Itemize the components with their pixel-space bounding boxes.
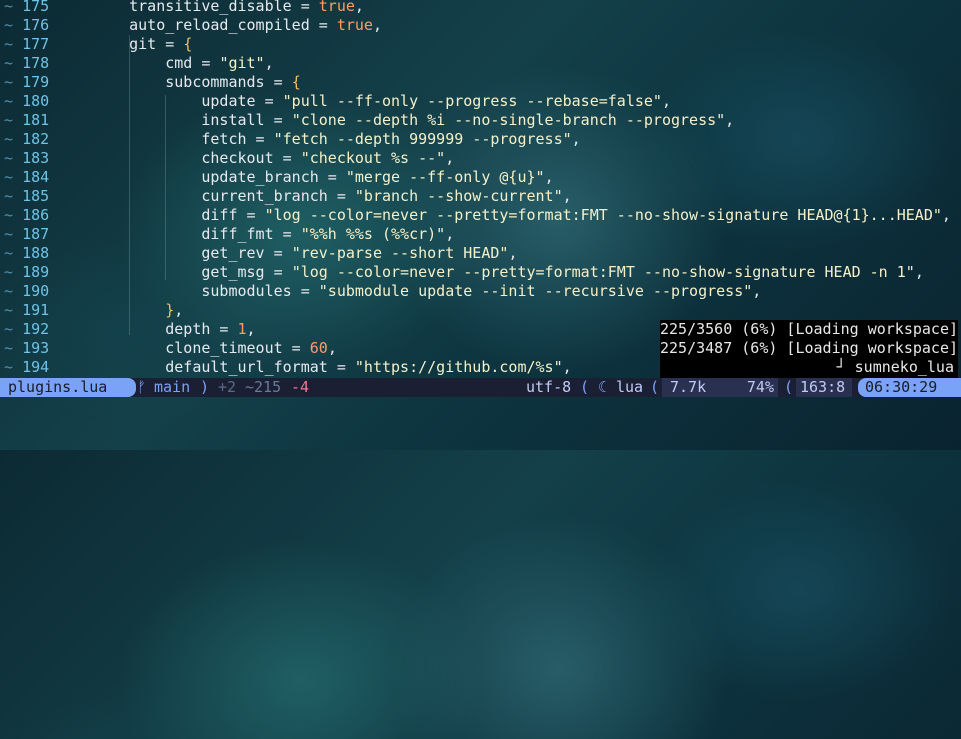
code-text: default_url_format = "https://github.com… <box>93 358 572 376</box>
code-line[interactable]: ~ 177 git = { <box>0 35 961 54</box>
code-line[interactable]: ~ 176 auto_reload_compiled = true, <box>0 16 961 35</box>
cursor-position: 163:8 <box>796 378 852 397</box>
line-number: ~ 186 <box>4 206 50 224</box>
code-line[interactable]: ~ 185 current_branch = "branch --show-cu… <box>0 187 961 206</box>
line-number: ~ 177 <box>4 35 50 53</box>
filename[interactable]: plugins.lua <box>0 378 136 397</box>
code-text: auto_reload_compiled = true, <box>93 16 382 34</box>
clock: 06:30:29 <box>858 378 961 397</box>
code-line[interactable]: ~ 186 diff = "log --color=never --pretty… <box>0 206 961 225</box>
line-number: ~ 185 <box>4 187 50 205</box>
code-text: update = "pull --ff-only --progress --re… <box>93 92 671 110</box>
code-text: }, <box>93 301 184 319</box>
line-number: ~ 183 <box>4 149 50 167</box>
line-number: ~ 180 <box>4 92 50 110</box>
line-number: ~ 190 <box>4 282 50 300</box>
code-text: update_branch = "merge --ff-only @{u}", <box>93 168 554 186</box>
line-number: ~ 192 <box>4 320 50 338</box>
code-line[interactable]: ~ 180 update = "pull --ff-only --progres… <box>0 92 961 111</box>
line-number: ~ 193 <box>4 339 50 357</box>
code-text: get_rev = "rev-parse --short HEAD", <box>93 244 518 262</box>
code-text: get_msg = "log --color=never --pretty=fo… <box>93 263 924 281</box>
lsp-progress-line-1: 225/3560 (6%) [Loading workspace] <box>660 320 959 338</box>
code-text: diff = "log --color=never --pretty=forma… <box>93 206 951 224</box>
diff-added: +2 <box>218 378 237 396</box>
status-line: plugins.lua ᚠ main ) +2 ~215 -4 utf-8 ( … <box>0 378 961 397</box>
lsp-progress-popup: 225/3560 (6%) [Loading workspace] 225/34… <box>660 320 958 378</box>
line-number: ~ 179 <box>4 73 50 91</box>
line-number: ~ 178 <box>4 54 50 72</box>
code-line[interactable]: ~ 179 subcommands = { <box>0 73 961 92</box>
line-number: ~ 191 <box>4 301 50 319</box>
code-text: fetch = "fetch --depth 999999 --progress… <box>93 130 581 148</box>
code-line[interactable]: ~ 184 update_branch = "merge --ff-only @… <box>0 168 961 187</box>
code-line[interactable]: ~ 182 fetch = "fetch --depth 999999 --pr… <box>0 130 961 149</box>
line-number: ~ 194 <box>4 358 50 376</box>
code-line[interactable]: ~ 183 checkout = "checkout %s --", <box>0 149 961 168</box>
code-text: submodules = "submodule update --init --… <box>93 282 762 300</box>
file-encoding: utf-8 <box>526 378 572 396</box>
code-text: cmd = "git", <box>93 54 274 72</box>
code-text: install = "clone --depth %i --no-single-… <box>93 111 735 129</box>
code-line[interactable]: ~ 188 get_rev = "rev-parse --short HEAD"… <box>0 244 961 263</box>
code-line[interactable]: ~ 175 transitive_disable = true, <box>0 0 961 16</box>
filetype: lua <box>616 378 644 396</box>
file-size: 7.7k <box>662 378 722 397</box>
code-text: depth = 1, <box>93 320 256 338</box>
line-number: ~ 175 <box>4 0 50 15</box>
lua-moon-icon: ☾ <box>598 378 608 396</box>
code-text: transitive_disable = true, <box>93 0 364 15</box>
code-text: checkout = "checkout %s --", <box>93 149 455 167</box>
code-line[interactable]: ~ 190 submodules = "submodule update --i… <box>0 282 961 301</box>
line-number: ~ 187 <box>4 225 50 243</box>
line-number: ~ 176 <box>4 16 50 34</box>
code-line[interactable]: ~ 178 cmd = "git", <box>0 54 961 73</box>
indent-guide <box>165 95 166 280</box>
code-line[interactable]: ~ 181 install = "clone --depth %i --no-s… <box>0 111 961 130</box>
line-number: ~ 184 <box>4 168 50 186</box>
code-text: diff_fmt = "%%h %%s (%%cr)", <box>93 225 455 243</box>
indent-guide <box>129 35 130 335</box>
code-line[interactable]: ~ 187 diff_fmt = "%%h %%s (%%cr)", <box>0 225 961 244</box>
code-line[interactable]: ~ 191 }, <box>0 301 961 320</box>
diff-removed: -4 <box>291 378 310 396</box>
code-text: git = { <box>93 35 193 53</box>
line-number: ~ 188 <box>4 244 50 262</box>
code-text: clone_timeout = 60, <box>93 339 337 357</box>
line-number: ~ 182 <box>4 130 50 148</box>
git-branch[interactable]: main <box>154 378 190 397</box>
code-line[interactable]: ~ 189 get_msg = "log --color=never --pre… <box>0 263 961 282</box>
line-number: ~ 189 <box>4 263 50 281</box>
command-line-area[interactable] <box>0 397 961 450</box>
lsp-client-name: ┘ sumneko_lua <box>836 358 954 376</box>
diff-changed: ~215 <box>245 378 282 396</box>
git-branch-icon: ᚠ <box>137 378 147 396</box>
scroll-percent: 74% <box>722 378 778 397</box>
lsp-progress-line-2: 225/3487 (6%) [Loading workspace] <box>660 339 959 357</box>
code-text: subcommands = { <box>93 73 301 91</box>
line-number: ~ 181 <box>4 111 50 129</box>
